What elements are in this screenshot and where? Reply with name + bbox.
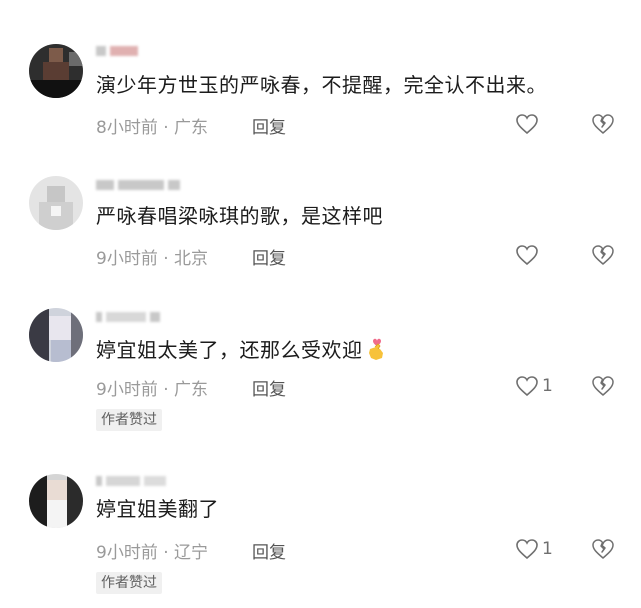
user-avatar[interactable]	[29, 474, 83, 528]
author-liked-badge: 作者赞过	[96, 572, 162, 594]
meta-separator: ·	[157, 380, 175, 400]
user-avatar[interactable]	[29, 176, 83, 230]
comment-time: 9小时前	[96, 380, 158, 400]
comment-location: 北京	[174, 249, 209, 269]
broken-heart-icon[interactable]	[591, 374, 615, 398]
comment-text-content: 婷宜姐太美了，还那么受欢迎	[96, 338, 363, 362]
heart-outline-icon	[516, 539, 538, 560]
reply-button[interactable]: 回复	[252, 538, 286, 563]
comment-text: 婷宜姐美翻了	[96, 497, 219, 521]
username-blurred[interactable]	[96, 309, 164, 323]
comment-meta: 8小时前 · 广东	[96, 113, 208, 138]
comment-meta: 9小时前 · 辽宁	[96, 538, 208, 563]
like-count: 1	[542, 539, 553, 559]
author-liked-badge: 作者赞过	[96, 409, 162, 431]
broken-heart-icon[interactable]	[591, 112, 615, 136]
username-blurred[interactable]	[96, 473, 170, 487]
username-blurred[interactable]	[96, 43, 142, 57]
comment-location: 广东	[174, 380, 209, 400]
user-avatar[interactable]	[29, 44, 83, 98]
comment-time: 9小时前	[96, 543, 158, 563]
heart-outline-icon	[516, 114, 538, 135]
comment-time: 9小时前	[96, 249, 158, 269]
broken-heart-icon[interactable]	[591, 243, 615, 267]
reply-button[interactable]: 回复	[252, 113, 286, 138]
comment-location: 辽宁	[174, 543, 209, 563]
comment-meta: 9小时前 · 广东	[96, 375, 208, 400]
meta-separator: ·	[157, 118, 175, 138]
meta-separator: ·	[157, 543, 175, 563]
reply-button[interactable]: 回复	[252, 375, 286, 400]
heart-outline-icon	[516, 376, 538, 397]
broken-heart-icon[interactable]	[591, 537, 615, 561]
heart-hand-emoji	[368, 338, 383, 360]
comment-text: 婷宜姐太美了，还那么受欢迎	[96, 337, 387, 363]
comment-time: 8小时前	[96, 118, 158, 138]
like-count: 1	[542, 376, 553, 396]
heart-outline-icon	[516, 245, 538, 266]
like-button[interactable]: 1	[515, 374, 553, 398]
reply-button[interactable]: 回复	[252, 244, 286, 269]
like-button[interactable]	[515, 243, 542, 267]
comment-text: 演少年方世玉的严咏春，不提醒，完全认不出来。	[96, 73, 547, 97]
comment-location: 广东	[174, 118, 209, 138]
like-button[interactable]	[515, 112, 542, 136]
comment-meta: 9小时前 · 北京	[96, 244, 208, 269]
username-blurred[interactable]	[96, 177, 184, 191]
meta-separator: ·	[157, 249, 175, 269]
user-avatar[interactable]	[29, 308, 83, 362]
comment-text: 严咏春唱梁咏琪的歌，是这样吧	[96, 204, 383, 228]
like-button[interactable]: 1	[515, 537, 553, 561]
